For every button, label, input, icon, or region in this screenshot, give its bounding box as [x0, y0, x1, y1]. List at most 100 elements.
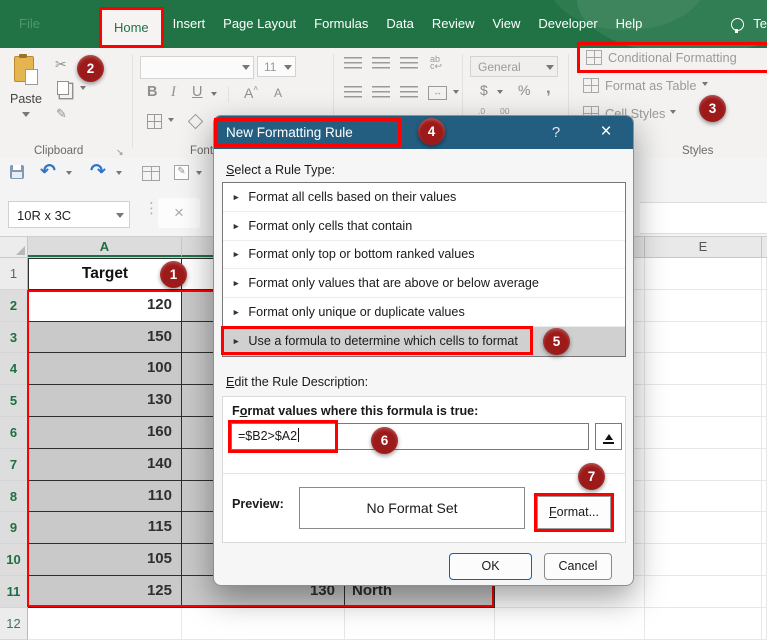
- sheet-cell[interactable]: [645, 576, 762, 608]
- align-right-icon[interactable]: [400, 86, 418, 99]
- format-painter-icon[interactable]: ✎: [56, 106, 67, 122]
- clipboard-launcher-icon[interactable]: ↘: [116, 147, 124, 158]
- sheet-cell[interactable]: [762, 449, 767, 481]
- merge-dropdown-icon[interactable]: [453, 90, 459, 97]
- sheet-cell[interactable]: [645, 512, 762, 544]
- undo-icon[interactable]: ↶: [40, 160, 56, 183]
- format-as-table-button[interactable]: Format as Table: [577, 78, 708, 93]
- font-name-select[interactable]: [140, 56, 254, 79]
- rule-type-option[interactable]: ►Format only top or bottom ranked values: [223, 241, 625, 270]
- sheet-cell[interactable]: [762, 544, 767, 576]
- sheet-cell[interactable]: [645, 544, 762, 576]
- row-header[interactable]: 9: [0, 512, 28, 544]
- sheet-cell[interactable]: [762, 576, 767, 608]
- sheet-cell[interactable]: [495, 608, 645, 640]
- underline-button[interactable]: U: [192, 84, 202, 100]
- dialog-help-button[interactable]: ?: [542, 116, 570, 149]
- formula-input[interactable]: =$B2>$A2: [231, 423, 589, 450]
- align-top-icon[interactable]: [344, 57, 362, 70]
- column-header-f[interactable]: [762, 237, 767, 257]
- underline-dropdown-icon[interactable]: [211, 92, 217, 99]
- row-header[interactable]: 11: [0, 576, 28, 608]
- row-header[interactable]: 7: [0, 449, 28, 481]
- rule-type-option[interactable]: ►Format only values that are above or be…: [223, 269, 625, 298]
- select-all-corner[interactable]: [0, 237, 28, 257]
- cut-icon[interactable]: ✂: [55, 56, 67, 73]
- row-header[interactable]: 3: [0, 322, 28, 354]
- sheet-cell[interactable]: [762, 481, 767, 513]
- sheet-cell[interactable]: [182, 608, 345, 640]
- grow-font-button[interactable]: A˄: [244, 84, 258, 101]
- column-header-a[interactable]: A: [28, 237, 182, 257]
- column-header-e[interactable]: E: [645, 237, 762, 257]
- borders-dropdown-icon[interactable]: [168, 118, 174, 125]
- wrap-text-icon[interactable]: abc↩: [430, 56, 442, 70]
- rule-type-option[interactable]: ►Format all cells based on their values: [223, 183, 625, 212]
- name-box[interactable]: 10R x 3C: [8, 201, 130, 228]
- font-size-select[interactable]: 11: [257, 56, 296, 77]
- save-icon[interactable]: [10, 165, 24, 179]
- sheet-cell[interactable]: [762, 608, 767, 640]
- target-header-cell[interactable]: Target: [28, 258, 182, 290]
- target-value-cell[interactable]: 115: [28, 512, 182, 544]
- format-button[interactable]: Format...: [537, 496, 611, 529]
- tab-insert[interactable]: Insert: [164, 0, 215, 48]
- target-value-cell[interactable]: 150: [28, 322, 182, 354]
- form-dropdown-icon[interactable]: [196, 171, 202, 178]
- copy-dropdown-icon[interactable]: [80, 86, 86, 93]
- sheet-cell[interactable]: [645, 608, 762, 640]
- row-header[interactable]: 12: [0, 608, 28, 640]
- fill-color-icon[interactable]: [188, 114, 204, 130]
- tab-developer[interactable]: Developer: [529, 0, 606, 48]
- row-header[interactable]: 8: [0, 481, 28, 513]
- form-tool-icon[interactable]: ✎: [174, 165, 189, 180]
- copy-icon[interactable]: [57, 81, 69, 95]
- target-value-cell[interactable]: 100: [28, 353, 182, 385]
- sheet-cell[interactable]: [762, 512, 767, 544]
- currency-button[interactable]: $: [480, 82, 488, 98]
- tab-formulas[interactable]: Formulas: [305, 0, 377, 48]
- target-value-cell[interactable]: 140: [28, 449, 182, 481]
- borders-icon[interactable]: [147, 114, 162, 129]
- percent-button[interactable]: %: [518, 82, 530, 98]
- ok-button[interactable]: OK: [449, 553, 532, 580]
- align-bottom-icon[interactable]: [400, 57, 418, 70]
- shrink-font-button[interactable]: A: [274, 86, 282, 100]
- bold-button[interactable]: B: [147, 84, 157, 100]
- target-value-cell[interactable]: 125: [28, 576, 182, 608]
- row-header[interactable]: 10: [0, 544, 28, 576]
- comma-button[interactable]: ,: [546, 78, 551, 98]
- target-value-cell[interactable]: 105: [28, 544, 182, 576]
- paste-dropdown-icon[interactable]: [22, 112, 30, 121]
- tab-help[interactable]: Help: [607, 0, 652, 48]
- row-header[interactable]: 2: [0, 290, 28, 322]
- sheet-cell[interactable]: [762, 385, 767, 417]
- sheet-cell[interactable]: [645, 417, 762, 449]
- redo-icon[interactable]: ↷: [90, 160, 106, 183]
- tab-file[interactable]: File: [10, 0, 49, 48]
- tab-home[interactable]: Home: [99, 7, 164, 48]
- target-value-cell[interactable]: 160: [28, 417, 182, 449]
- number-format-select[interactable]: General: [470, 56, 558, 77]
- italic-button[interactable]: I: [171, 84, 176, 101]
- row-header[interactable]: 1: [0, 258, 28, 290]
- cancel-entry-icon[interactable]: ×: [158, 198, 200, 228]
- sheet-cell[interactable]: [762, 258, 767, 290]
- tab-data[interactable]: Data: [377, 0, 422, 48]
- sheet-cell[interactable]: [645, 353, 762, 385]
- rule-type-option[interactable]: ►Format only unique or duplicate values: [223, 298, 625, 327]
- sheet-cell[interactable]: [645, 290, 762, 322]
- align-middle-icon[interactable]: [372, 57, 390, 70]
- dialog-close-icon[interactable]: ×: [586, 116, 626, 149]
- currency-dropdown-icon[interactable]: [497, 90, 503, 97]
- target-value-cell[interactable]: 110: [28, 481, 182, 513]
- rule-type-option[interactable]: ►Format only cells that contain: [223, 212, 625, 241]
- cancel-button[interactable]: Cancel: [544, 553, 612, 580]
- align-left-icon[interactable]: [344, 86, 362, 99]
- sheet-cell[interactable]: [645, 322, 762, 354]
- row-header[interactable]: 6: [0, 417, 28, 449]
- undo-dropdown-icon[interactable]: [66, 171, 72, 178]
- row-header[interactable]: 5: [0, 385, 28, 417]
- align-center-icon[interactable]: [372, 86, 390, 99]
- formula-bar-input[interactable]: [640, 202, 767, 234]
